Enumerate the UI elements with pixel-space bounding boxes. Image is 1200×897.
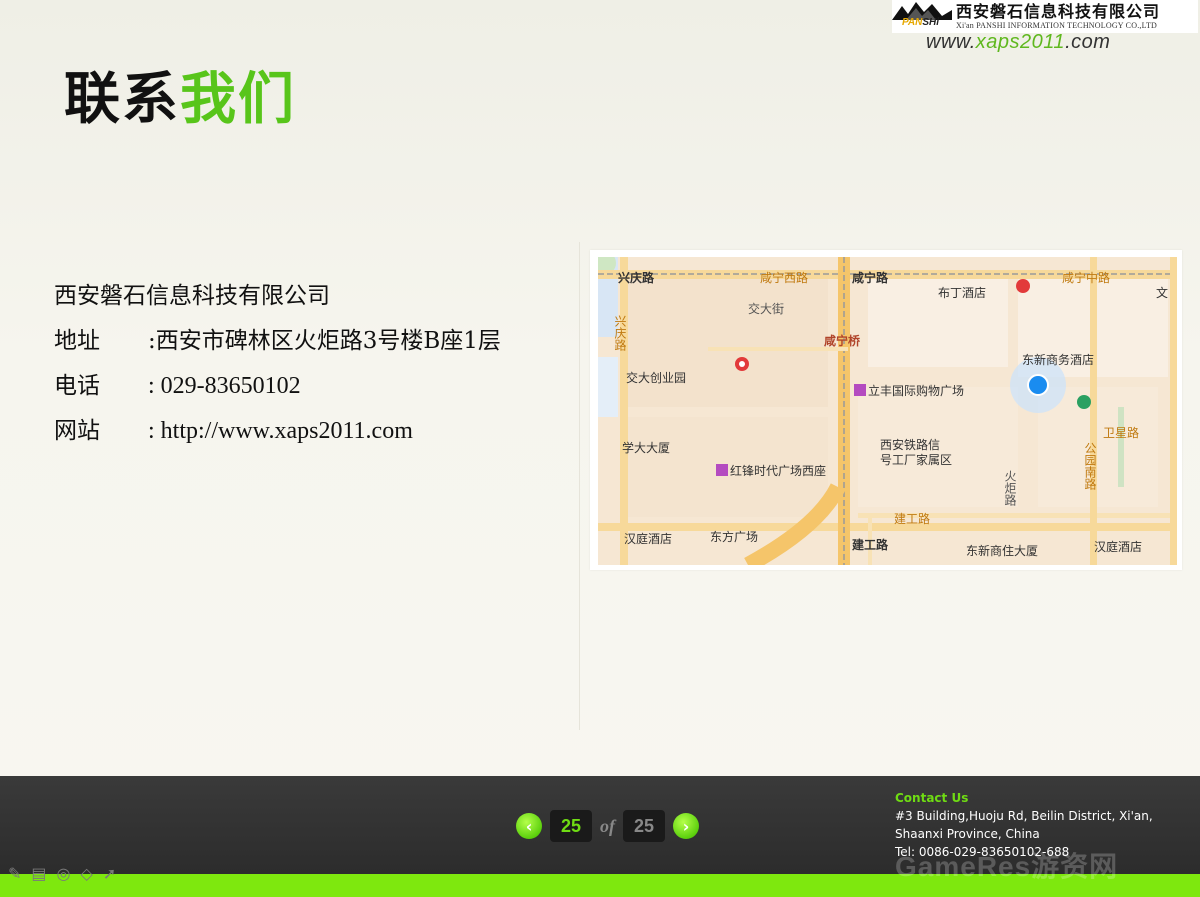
map-label: 建工路: [851, 537, 889, 552]
map-label: 咸宁路: [852, 270, 889, 285]
address-row: 地址 :西安市碑林区火炬路3号楼B座1层: [54, 321, 501, 366]
address-value: :西安市碑林区火炬路3号楼B座1层: [148, 328, 501, 354]
contact-address-line2: Shaanxi Province, China: [895, 827, 1040, 841]
location-map[interactable]: 兴庆路 咸宁西路 咸宁路 咸宁中路 布丁酒店 文 交大街 咸宁桥 东新商务酒店 …: [590, 250, 1182, 570]
presentation-toolbar: ✎ ▤ ◎ ◇ ➚: [8, 864, 116, 883]
map-label: 学大大厦: [622, 440, 670, 455]
pen-icon[interactable]: ✎: [8, 864, 21, 883]
map-label: 立丰国际购物广场: [868, 383, 964, 398]
prev-page-button[interactable]: ‹: [516, 813, 542, 839]
contact-address-line1: #3 Building,Huoju Rd, Beilin District, X…: [895, 809, 1153, 823]
current-page: 25: [550, 810, 592, 842]
contact-info: 西安磐石信息科技有限公司 地址 :西安市碑林区火炬路3号楼B座1层 电话 : 0…: [54, 276, 501, 456]
map-label: 汉庭酒店: [1094, 539, 1142, 554]
map-label: 火炬路: [1003, 470, 1017, 507]
map-label: 公园南路: [1083, 442, 1097, 491]
company-logo: PANSHi 西安磐石信息科技有限公司 Xi'an PANSHI INFORMA…: [892, 0, 1198, 33]
phone-label: 电话: [54, 373, 100, 399]
map-label: 咸宁西路: [760, 270, 808, 285]
page-of-label: of: [600, 815, 615, 836]
map-label: 东新商务酒店: [1022, 352, 1094, 367]
map-label: 咸宁中路: [1062, 270, 1110, 285]
phone-row: 电话 : 029-83650102: [54, 366, 501, 411]
map-label: 建工路: [894, 511, 930, 526]
chevron-right-icon: ›: [682, 816, 690, 836]
slides-icon[interactable]: ▤: [31, 864, 46, 883]
logo-english-name: Xi'an PANSHI INFORMATION TECHNOLOGY CO.,…: [956, 20, 1158, 30]
page-title: 联系我们: [64, 67, 296, 132]
pagination: ‹ 25 of 25 ›: [516, 809, 699, 843]
website-label: 网站: [54, 418, 100, 444]
website-value[interactable]: : http://www.xaps2011.com: [148, 411, 413, 456]
map-label: 交大创业园: [626, 370, 686, 385]
map-label: 红锋时代广场西座: [730, 463, 826, 478]
chevron-left-icon: ‹: [525, 816, 533, 836]
map-label: 东方广场: [710, 529, 758, 544]
website-header: www.xaps2011.com: [926, 31, 1111, 53]
total-pages: 25: [623, 810, 665, 842]
logo-brand: PANSHi: [902, 17, 940, 28]
map-label: 文: [1156, 285, 1168, 300]
pointer-icon[interactable]: ➚: [103, 864, 116, 883]
map-label: 交大街: [748, 301, 784, 316]
eraser-icon[interactable]: ◇: [81, 864, 93, 883]
logo-chinese-name: 西安磐石信息科技有限公司: [956, 1, 1161, 21]
divider: [579, 242, 580, 730]
map-label: 汉庭酒店: [624, 531, 672, 546]
map-label: 布丁酒店: [938, 286, 986, 300]
mountain-logo-icon: PANSHi: [892, 0, 952, 33]
map-label: 兴庆路: [613, 315, 627, 352]
company-name-row: 西安磐石信息科技有限公司: [54, 276, 501, 321]
map-label: 东新商住大厦: [966, 543, 1038, 558]
map-label: 卫星路: [1103, 425, 1139, 440]
highlighter-icon[interactable]: ◎: [57, 864, 71, 883]
address-label: 地址: [54, 328, 100, 354]
company-name: 西安磐石信息科技有限公司: [54, 283, 330, 309]
map-label: 号工厂家属区: [880, 452, 952, 467]
map-label: 兴庆路: [618, 270, 655, 285]
website-row: 网站 : http://www.xaps2011.com: [54, 411, 501, 456]
watermark: GameRes游资网: [895, 851, 1119, 882]
map-label: 咸宁桥: [824, 333, 861, 348]
map-label: 西安铁路信: [880, 437, 940, 452]
phone-value: : 029-83650102: [148, 373, 301, 399]
contact-title: Contact Us: [895, 791, 969, 805]
next-page-button[interactable]: ›: [673, 813, 699, 839]
